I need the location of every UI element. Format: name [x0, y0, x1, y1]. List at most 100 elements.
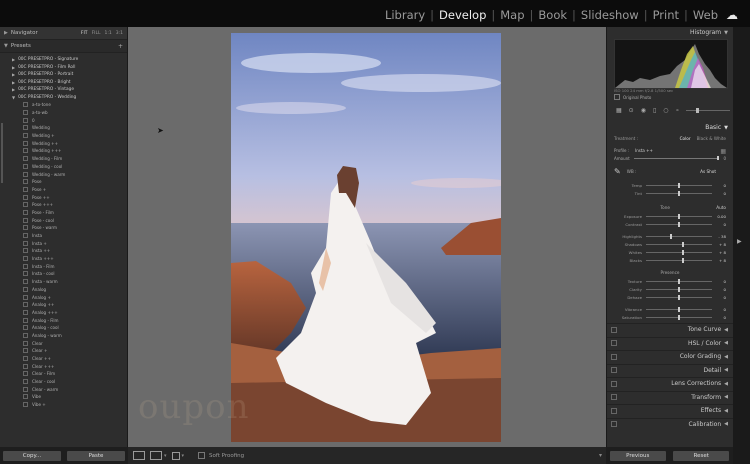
panel-toggle-switch-icon[interactable]: [611, 353, 617, 360]
slider-knob[interactable]: [678, 279, 680, 284]
spot-removal-icon[interactable]: ⊙: [629, 107, 634, 114]
preset-item[interactable]: a-to-tone: [0, 101, 127, 109]
panel-toggle-switch-icon[interactable]: [611, 421, 617, 427]
treatment-bw-option[interactable]: Black & White: [697, 136, 726, 141]
slider-knob[interactable]: [681, 258, 684, 263]
slider-knob[interactable]: [678, 183, 680, 188]
whites-slider[interactable]: [646, 250, 712, 255]
photo-image[interactable]: [231, 33, 501, 442]
navigator-header[interactable]: ▶ Navigator FIT FILL 1:1 3:1: [0, 27, 127, 40]
preset-item[interactable]: Pose - Film: [0, 209, 127, 217]
preset-group[interactable]: ▶ 00C PRESETPRO - Portrait: [0, 71, 127, 79]
panel-header-transform[interactable]: Transform ◀: [607, 390, 733, 403]
exposure-slider[interactable]: [646, 214, 712, 219]
panel-header-detail[interactable]: Detail ◀: [607, 363, 733, 376]
eyedropper-icon[interactable]: ✎: [614, 167, 621, 176]
copy-button[interactable]: Copy...: [3, 450, 61, 461]
module-map[interactable]: Map: [500, 8, 524, 22]
preset-item[interactable]: Vibe +: [0, 401, 127, 409]
zoom-option[interactable]: FILL: [92, 31, 101, 36]
panel-header-effects[interactable]: Effects ◀: [607, 404, 733, 416]
preset-item[interactable]: Clear - Film: [0, 370, 127, 378]
previous-button[interactable]: Previous: [609, 450, 666, 461]
auto-tone-button[interactable]: Auto: [716, 205, 726, 210]
temp-value[interactable]: 0: [712, 183, 726, 188]
soft-proofing-toggle[interactable]: Soft Proofing: [198, 452, 244, 459]
slider-knob[interactable]: [681, 242, 684, 247]
module-develop[interactable]: Develop: [439, 8, 486, 22]
vibrance-slider[interactable]: [646, 307, 712, 312]
treatment-color-option[interactable]: Color: [680, 136, 691, 141]
dehaze-slider[interactable]: [646, 295, 712, 300]
preset-item[interactable]: Analog - warm: [0, 332, 127, 340]
temp-slider[interactable]: [646, 183, 712, 188]
chevron-down-icon[interactable]: ▾: [164, 453, 167, 459]
tool-size-slider[interactable]: [686, 108, 730, 113]
module-book[interactable]: Book: [538, 8, 567, 22]
preset-item[interactable]: Analog ++: [0, 301, 127, 309]
slider-knob[interactable]: [678, 214, 680, 219]
preset-item[interactable]: Wedding - Film: [0, 155, 127, 163]
highlights-slider[interactable]: [646, 234, 712, 239]
blacks-value[interactable]: + 8: [712, 258, 726, 263]
preset-item[interactable]: Pose +: [0, 186, 127, 194]
chevron-down-icon[interactable]: ▾: [599, 452, 602, 459]
crop-tool-icon[interactable]: ▦: [616, 107, 622, 114]
highlights-value[interactable]: - 38: [712, 234, 726, 239]
preset-item[interactable]: Pose +++: [0, 201, 127, 209]
wb-dropdown[interactable]: As Shot: [700, 169, 716, 174]
original-photo-toggle[interactable]: Original Photo: [614, 94, 651, 100]
module-web[interactable]: Web: [693, 8, 718, 22]
preset-item[interactable]: Pose: [0, 178, 127, 186]
preset-item[interactable]: Clear - warm: [0, 385, 127, 393]
exposure-value[interactable]: 0.00: [712, 214, 726, 219]
reset-button[interactable]: Reset: [673, 450, 730, 461]
red-eye-icon[interactable]: ◉: [641, 107, 646, 114]
photo-canvas[interactable]: ➤ oupon: [128, 27, 606, 447]
basic-panel-header[interactable]: Basic ▼: [607, 122, 733, 133]
tint-slider[interactable]: [646, 191, 712, 196]
profile-browser-icon[interactable]: ▦: [720, 148, 726, 155]
loupe-view-icon[interactable]: [133, 451, 145, 460]
before-after-swap-icon[interactable]: [171, 451, 180, 460]
preset-item[interactable]: Insta - warm: [0, 278, 127, 286]
module-library[interactable]: Library: [385, 8, 425, 22]
preset-item[interactable]: Pose ++: [0, 193, 127, 201]
chevron-down-icon[interactable]: ▾: [182, 453, 185, 459]
histogram-graph[interactable]: [614, 39, 728, 89]
contrast-slider[interactable]: [646, 222, 712, 227]
amount-slider[interactable]: [633, 156, 720, 160]
graduated-filter-icon[interactable]: ▯: [653, 107, 656, 114]
presets-header[interactable]: ▼ Presets +: [0, 40, 127, 53]
add-preset-icon[interactable]: +: [118, 43, 123, 50]
shadows-value[interactable]: + 8: [712, 242, 726, 247]
panel-header-hsl-color[interactable]: HSL / Color ◀: [607, 336, 733, 349]
preset-item[interactable]: a-to-wb: [0, 109, 127, 117]
slider-knob[interactable]: [670, 234, 673, 239]
slider-knob[interactable]: [681, 250, 684, 255]
preset-item[interactable]: Wedding +++: [0, 147, 127, 155]
clarity-slider[interactable]: [646, 287, 712, 292]
profile-dropdown[interactable]: Insta ++: [635, 148, 653, 155]
zoom-option[interactable]: 3:1: [116, 31, 123, 36]
panel-toggle-switch-icon[interactable]: [611, 326, 617, 333]
preset-item[interactable]: 0: [0, 116, 127, 124]
saturation-value[interactable]: 0: [712, 315, 726, 320]
tint-value[interactable]: 0: [712, 191, 726, 196]
preset-item[interactable]: Pose - cool: [0, 216, 127, 224]
before-after-view-icon[interactable]: [150, 451, 162, 460]
texture-slider[interactable]: [646, 279, 712, 284]
original-photo-checkbox[interactable]: [614, 94, 620, 100]
cloud-icon[interactable]: ☁: [726, 8, 738, 22]
preset-scrollbar[interactable]: [1, 123, 3, 183]
whites-value[interactable]: + 8: [712, 250, 726, 255]
preset-group[interactable]: ▼ 00C PRESETPRO - Wedding: [0, 94, 127, 102]
paste-button[interactable]: Paste: [67, 450, 125, 461]
panel-header-lens-corrections[interactable]: Lens Corrections ◀: [607, 377, 733, 389]
panel-header-color-grading[interactable]: Color Grading ◀: [607, 350, 733, 362]
preset-item[interactable]: Insta - Film: [0, 262, 127, 270]
slider-knob[interactable]: [678, 222, 680, 227]
saturation-slider[interactable]: [646, 315, 712, 320]
preset-item[interactable]: Analog - cool: [0, 324, 127, 332]
contrast-value[interactable]: 0: [712, 222, 726, 227]
